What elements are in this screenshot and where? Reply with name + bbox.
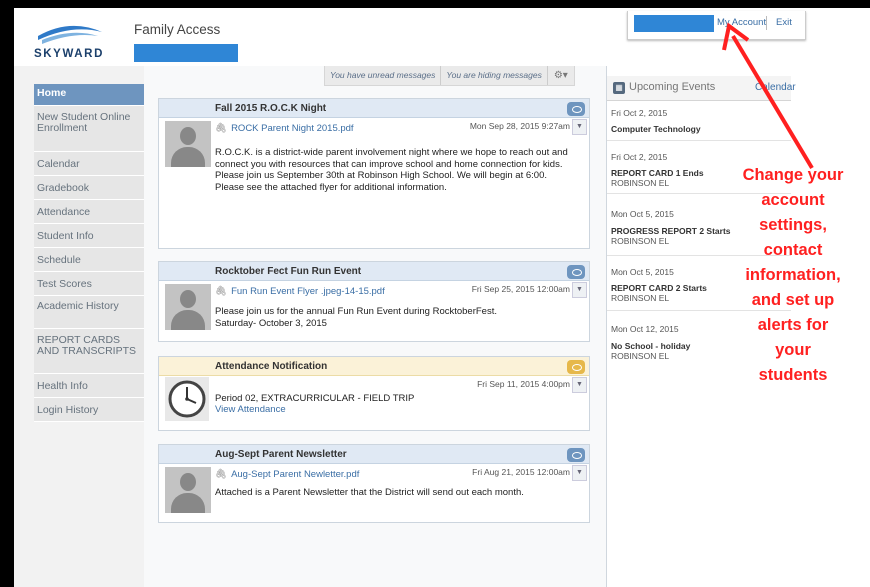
annotation-line: contact <box>763 241 823 259</box>
annotation-line: your <box>775 341 811 359</box>
message-card: Aug-Sept Parent Newsletter 🖇 Aug-Sept Par… <box>158 444 590 523</box>
paperclip-icon: 🖇 <box>215 286 228 297</box>
event-location: ROBINSON EL <box>611 236 670 246</box>
screenshot-frame: SKYWARD Family Access My Account Exit Ho… <box>0 0 870 587</box>
sidebar-item-academic-history[interactable]: Academic History <box>34 296 146 329</box>
attachment-name[interactable]: Aug-Sept Parent Newletter.pdf <box>231 469 359 480</box>
event-name: REPORT CARD 2 Starts <box>611 283 707 293</box>
message-card: Rocktober Fect Fun Run Event 🖇 Fun Run Ev… <box>158 261 590 342</box>
message-title: Fall 2015 R.O.C.K Night <box>159 99 589 118</box>
avatar-placeholder-icon <box>165 284 211 330</box>
annotation-line: information, <box>745 266 841 284</box>
exit-link[interactable]: Exit <box>776 17 792 28</box>
message-body: Attached is a Parent Newsletter that the… <box>215 487 524 498</box>
event-item[interactable]: Fri Oct 2, 2015 Computer Technology <box>607 104 791 141</box>
sidebar-item-attendance[interactable]: Attendance <box>34 200 146 224</box>
attachment-link[interactable]: 🖇 ROCK Parent Night 2015.pdf <box>215 123 354 134</box>
event-date: Mon Oct 12, 2015 <box>611 324 679 334</box>
paperclip-icon: 🖇 <box>215 123 228 134</box>
redacted-account-name <box>634 15 714 32</box>
message-title: Attendance Notification <box>159 357 589 376</box>
calendar-icon: ▦ <box>613 82 625 94</box>
sidebar-item-calendar[interactable]: Calendar <box>34 152 146 176</box>
message-body: R.O.C.K. is a district-wide parent invol… <box>215 147 568 193</box>
avatar-placeholder-icon <box>165 121 211 167</box>
sidebar-item-schedule[interactable]: Schedule <box>34 248 146 272</box>
annotation-line: students <box>758 366 828 384</box>
top-header: SKYWARD Family Access My Account Exit <box>14 8 870 66</box>
chat-bubble-icon[interactable] <box>567 102 585 116</box>
sidebar-item-student-info[interactable]: Student Info <box>34 224 146 248</box>
paperclip-icon: 🖇 <box>215 469 228 480</box>
chevron-down-icon[interactable]: ▼ <box>572 465 587 481</box>
unread-messages-link[interactable]: You have unread messages <box>325 66 440 84</box>
clock-icon <box>165 377 209 421</box>
account-menu: My Account Exit <box>627 11 806 40</box>
message-date: Fri Sep 11, 2015 4:00pm <box>477 379 570 389</box>
annotation-line: account <box>761 191 825 209</box>
sidebar: Home New Student Online Enrollment Calen… <box>14 66 146 587</box>
message-body: Please join us for the annual Fun Run Ev… <box>215 306 497 329</box>
skyward-logo: SKYWARD <box>34 25 104 60</box>
attachment-link[interactable]: 🖇 Aug-Sept Parent Newletter.pdf <box>215 469 359 480</box>
event-location: ROBINSON EL <box>611 293 670 303</box>
chevron-down-icon[interactable]: ▼ <box>572 119 587 135</box>
sidebar-item-home[interactable]: Home <box>34 84 146 106</box>
account-divider <box>766 16 767 30</box>
message-date: Fri Sep 25, 2015 12:00am <box>471 284 570 294</box>
calendar-link[interactable]: Calendar <box>755 82 796 93</box>
gear-icon[interactable]: ⚙▾ <box>548 68 574 83</box>
event-name: No School - holiday <box>611 341 691 351</box>
sidebar-item-new-student-enrollment[interactable]: New Student Online Enrollment <box>34 106 146 152</box>
hiding-messages-link[interactable]: You are hiding messages <box>441 66 546 84</box>
chevron-down-icon[interactable]: ▼ <box>572 377 587 393</box>
annotation-line: Change your <box>742 166 844 184</box>
event-location: ROBINSON EL <box>611 178 670 188</box>
message-toolbar: You have unread messages You are hiding m… <box>324 66 575 86</box>
annotation-line: and set up <box>751 291 835 309</box>
attachment-name[interactable]: ROCK Parent Night 2015.pdf <box>231 123 354 134</box>
my-account-link[interactable]: My Account <box>717 17 766 28</box>
message-feed: You have unread messages You are hiding m… <box>144 66 606 587</box>
sidebar-item-report-cards[interactable]: REPORT CARDS AND TRANSCRIPTS <box>34 329 146 374</box>
chevron-down-icon[interactable]: ▼ <box>572 282 587 298</box>
app-title: Family Access <box>134 22 221 37</box>
events-title: Upcoming Events <box>629 81 716 93</box>
event-location: ROBINSON EL <box>611 351 670 361</box>
message-card: Fall 2015 R.O.C.K Night 🖇 ROCK Parent Nig… <box>158 98 590 249</box>
sidebar-item-login-history[interactable]: Login History <box>34 398 146 422</box>
event-name: PROGRESS REPORT 2 Starts <box>611 226 731 236</box>
message-body: Period 02, EXTRACURRICULAR - FIELD TRIP <box>215 393 415 404</box>
events-header: ▦ Upcoming Events Calendar <box>607 76 796 101</box>
message-date: Mon Sep 28, 2015 9:27am <box>469 121 570 131</box>
event-date: Mon Oct 5, 2015 <box>611 209 674 219</box>
sidebar-nav: Home New Student Online Enrollment Calen… <box>34 84 146 422</box>
event-date: Fri Oct 2, 2015 <box>611 152 668 162</box>
chat-bubble-icon[interactable] <box>567 265 585 279</box>
logo-text: SKYWARD <box>34 48 104 60</box>
annotation-line: alerts for <box>757 316 829 334</box>
sidebar-item-health-info[interactable]: Health Info <box>34 374 146 398</box>
event-date: Mon Oct 5, 2015 <box>611 267 674 277</box>
message-date: Fri Aug 21, 2015 12:00am <box>472 467 570 477</box>
avatar-placeholder-icon <box>165 467 211 513</box>
redacted-user-name <box>134 44 238 62</box>
view-attendance-link[interactable]: View Attendance <box>215 404 286 416</box>
event-date: Fri Oct 2, 2015 <box>611 108 668 118</box>
attachment-name[interactable]: Fun Run Event Flyer .jpeg-14-15.pdf <box>231 286 385 297</box>
sidebar-item-test-scores[interactable]: Test Scores <box>34 272 146 296</box>
chat-bubble-icon[interactable] <box>567 360 585 374</box>
event-name: REPORT CARD 1 Ends <box>611 168 704 178</box>
event-name: Computer Technology <box>611 124 701 134</box>
attendance-notification-card: Attendance Notification Fri Sep 11, 2015… <box>158 356 590 431</box>
message-title: Aug-Sept Parent Newsletter <box>159 445 589 464</box>
chat-bubble-icon[interactable] <box>567 448 585 462</box>
annotation-line: settings, <box>759 216 827 234</box>
sidebar-item-gradebook[interactable]: Gradebook <box>34 176 146 200</box>
message-title: Rocktober Fect Fun Run Event <box>159 262 589 281</box>
annotation-text: Change your account settings, contact in… <box>718 163 868 388</box>
attachment-link[interactable]: 🖇 Fun Run Event Flyer .jpeg-14-15.pdf <box>215 286 385 297</box>
